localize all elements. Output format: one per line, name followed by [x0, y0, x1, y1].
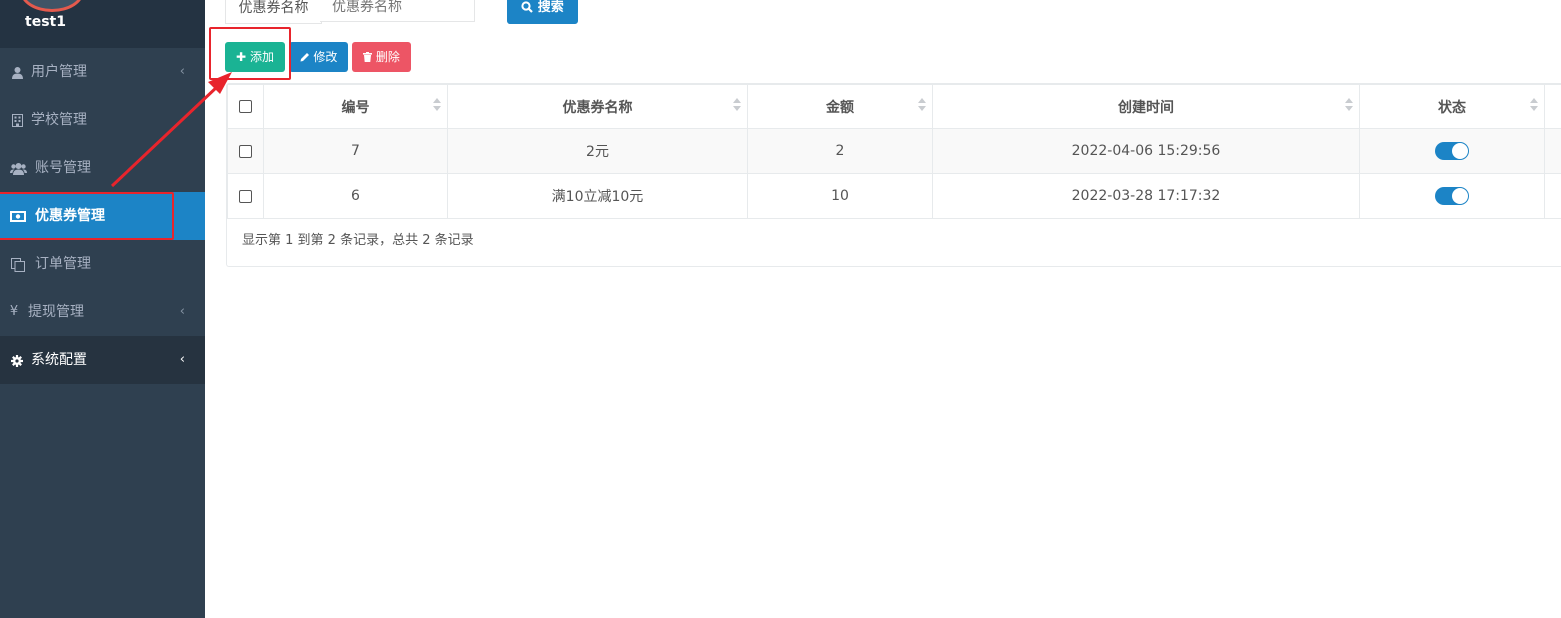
search-label: 优惠券名称 — [225, 0, 322, 24]
sidebar-item-label: 用户管理 — [31, 64, 87, 80]
cell-amount: 2 — [747, 128, 933, 174]
sidebar-item-label: 优惠券管理 — [35, 208, 105, 224]
column-header-extra — [1544, 84, 1561, 129]
sidebar-item-user-management[interactable]: 用户管理 ‹ — [0, 48, 205, 96]
yen-icon: ¥ — [9, 304, 19, 319]
sort-icon — [433, 98, 441, 112]
cell-created-time: 2022-03-28 17:17:32 — [932, 173, 1360, 219]
toggle-knob — [1452, 188, 1468, 204]
search-button-label: 搜索 — [537, 0, 564, 15]
row-select-cell — [227, 128, 264, 174]
copy-icon — [9, 240, 27, 288]
delete-button[interactable]: 删除 — [352, 42, 411, 72]
cell-amount: 10 — [747, 173, 933, 219]
sidebar-item-label: 账号管理 — [35, 160, 91, 176]
search-button[interactable]: 搜索 — [507, 0, 578, 24]
profile-area: test1 — [0, 0, 205, 48]
sidebar-item-label: 订单管理 — [35, 256, 91, 272]
column-header-coupon-name[interactable]: 优惠券名称 — [447, 84, 748, 129]
cell-status — [1359, 128, 1545, 174]
coupon-table: 编号 优惠券名称 金额 创建时间 状态 7 2元 2 2022-04-06 15… — [227, 84, 1561, 219]
coupon-table-panel: 编号 优惠券名称 金额 创建时间 状态 7 2元 2 2022-04-06 15… — [226, 83, 1561, 267]
chevron-left-icon: ‹ — [179, 64, 185, 79]
sidebar-item-account-management[interactable]: 账号管理 — [0, 144, 205, 192]
trash-icon — [363, 50, 376, 64]
users-icon — [8, 144, 28, 192]
select-all-checkbox[interactable] — [239, 100, 252, 113]
sidebar-item-system-config[interactable]: 系统配置 ‹ — [0, 336, 205, 384]
status-toggle[interactable] — [1435, 142, 1469, 160]
add-button[interactable]: ✚ 添加 — [225, 42, 285, 72]
edit-button[interactable]: 修改 — [289, 42, 348, 72]
sidebar-item-label: 系统配置 — [31, 352, 87, 368]
search-icon — [521, 0, 538, 15]
sort-icon — [733, 98, 741, 112]
building-icon — [9, 96, 25, 144]
sidebar-item-withdraw-management[interactable]: ¥ 提现管理 ‹ — [0, 288, 205, 336]
cell-id: 7 — [263, 128, 448, 174]
row-checkbox[interactable] — [239, 189, 252, 203]
cell-id: 6 — [263, 173, 448, 219]
cell-created-time: 2022-04-06 15:29:56 — [932, 128, 1360, 174]
sidebar-item-coupon-management[interactable]: 优惠券管理 — [0, 192, 205, 240]
sidebar-item-label: 提现管理 — [28, 304, 84, 320]
column-header-status[interactable]: 状态 — [1359, 84, 1545, 129]
sort-icon — [1530, 98, 1538, 112]
cell-extra — [1544, 128, 1561, 174]
sidebar-item-order-management[interactable]: 订单管理 — [0, 240, 205, 288]
table-row[interactable]: 7 2元 2 2022-04-06 15:29:56 — [227, 128, 1561, 174]
plus-icon: ✚ — [236, 50, 247, 64]
table-header-row: 编号 优惠券名称 金额 创建时间 状态 — [227, 84, 1561, 129]
column-header-id[interactable]: 编号 — [263, 84, 448, 129]
username[interactable]: test1 — [25, 14, 66, 30]
toggle-knob — [1452, 143, 1468, 159]
coupon-name-search-input[interactable] — [320, 0, 475, 22]
user-icon — [9, 48, 25, 96]
chevron-left-icon: ‹ — [179, 304, 185, 319]
sidebar-nav: 用户管理 ‹ 学校管理 账号管理 优惠券管理 订单管理 ¥ 提现管理 ‹ 系统配… — [0, 48, 205, 384]
cell-coupon-name: 满10立减10元 — [447, 173, 748, 219]
pagination-info: 显示第 1 到第 2 条记录，总共 2 条记录 — [242, 233, 474, 248]
delete-button-label: 删除 — [375, 50, 400, 64]
chevron-left-icon: ‹ — [179, 352, 185, 367]
sidebar-item-label: 学校管理 — [31, 112, 87, 128]
status-toggle[interactable] — [1435, 187, 1469, 205]
column-header-created-time[interactable]: 创建时间 — [932, 84, 1360, 129]
row-select-cell — [227, 173, 264, 219]
table-row[interactable]: 6 满10立减10元 10 2022-03-28 17:17:32 — [227, 173, 1561, 219]
add-button-label: 添加 — [249, 50, 274, 64]
avatar[interactable] — [20, 0, 84, 12]
gear-icon — [9, 336, 25, 384]
cell-coupon-name: 2元 — [447, 128, 748, 174]
sidebar-item-school-management[interactable]: 学校管理 — [0, 96, 205, 144]
money-icon — [9, 192, 27, 240]
row-checkbox[interactable] — [239, 144, 252, 158]
sort-icon — [1345, 98, 1353, 112]
cell-status — [1359, 173, 1545, 219]
column-header-amount[interactable]: 金额 — [747, 84, 933, 129]
cell-extra — [1544, 173, 1561, 219]
sort-icon — [918, 98, 926, 112]
pencil-icon — [300, 50, 314, 64]
sidebar: test1 用户管理 ‹ 学校管理 账号管理 优惠券管理 订单管理 ¥ 提现管理… — [0, 0, 205, 618]
select-all-cell — [227, 84, 264, 129]
edit-button-label: 修改 — [313, 50, 338, 64]
